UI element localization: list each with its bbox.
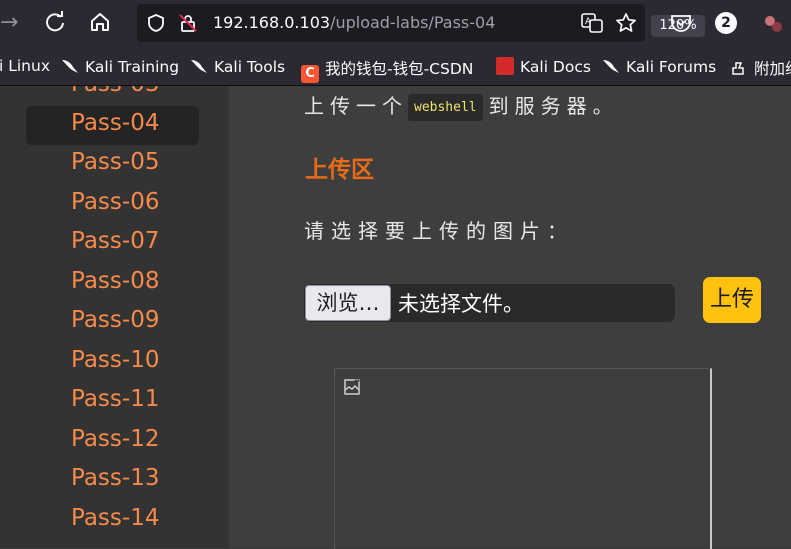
url-host: 192.168.0.103: [213, 13, 331, 32]
home-icon[interactable]: [89, 11, 111, 39]
sidebar-item-pass-07[interactable]: Pass-07: [71, 228, 159, 254]
translate-icon[interactable]: A: [581, 13, 603, 37]
file-input[interactable]: 浏览… 未选择文件。: [304, 284, 675, 322]
sidebar-item-pass-09[interactable]: Pass-09: [71, 307, 159, 333]
extensions-badge[interactable]: 2: [715, 12, 737, 34]
insecure-lock-icon[interactable]: [178, 13, 198, 37]
sidebar-item-pass-06[interactable]: Pass-06: [71, 189, 159, 215]
bookmark-label: i Linux: [0, 57, 50, 75]
kali-dragon-icon: [603, 60, 619, 73]
url-text[interactable]: 192.168.0.103/upload-labs/Pass-04: [213, 13, 503, 32]
bookmark-label: Kali Training: [85, 58, 180, 76]
bookmark-label: 附加组: [754, 60, 791, 78]
sidebar-item-pass-13[interactable]: Pass-13: [71, 465, 159, 491]
pocket-icon[interactable]: [670, 13, 692, 37]
browse-button[interactable]: 浏览…: [305, 285, 391, 321]
kali-dragon-icon: [62, 60, 78, 73]
browser-toolbar: → 192.168.0.103/upload-labs/Pass-04 120%…: [0, 0, 791, 48]
bookmark-kali-tools[interactable]: Kali Tools: [190, 57, 285, 76]
task-code: webshell: [408, 94, 483, 121]
bookmarks-bar: i Linux Kali Training Kali Tools C 我的钱包-钱…: [0, 48, 791, 86]
bookmark-kali-forums[interactable]: Kali Forums: [602, 57, 716, 76]
sidebar-item-pass-11[interactable]: Pass-11: [71, 386, 159, 412]
bookmark-csdn[interactable]: C 我的钱包-钱包-CSDN: [301, 57, 473, 83]
bookmark-star-icon[interactable]: [615, 12, 637, 38]
main-content: 上传一个 webshell 到服务器。 上传区 请选择要上传的图片： 浏览… 未选择…: [229, 86, 791, 549]
upload-section-title: 上传区: [305, 157, 374, 183]
bookmark-label: Kali Tools: [214, 58, 286, 76]
bookmark-label: Kali Forums: [626, 58, 717, 76]
upload-prompt: 请选择要上传的图片：: [304, 219, 574, 243]
sidebar-item-pass-04[interactable]: Pass-04: [71, 110, 159, 136]
bookmark-label: Kali Docs: [520, 58, 591, 76]
bookmark-kali-docs[interactable]: Kali Docs: [496, 57, 591, 76]
sidebar-item-pass-10[interactable]: Pass-10: [71, 347, 159, 373]
image-preview: [334, 368, 712, 549]
more-bookmarks-icon: [732, 62, 744, 75]
task-description: 上传一个 webshell 到服务器。: [304, 90, 619, 121]
csdn-icon: C: [301, 65, 319, 83]
bookmark-label: 我的钱包-钱包-CSDN: [325, 60, 474, 78]
bookmark-kali-linux[interactable]: i Linux: [0, 57, 50, 75]
url-bar[interactable]: 192.168.0.103/upload-labs/Pass-04 120% A: [137, 4, 705, 42]
forward-icon[interactable]: →: [0, 11, 18, 35]
extension-icon[interactable]: [762, 13, 784, 39]
sidebar-item-pass-08[interactable]: Pass-08: [71, 268, 159, 294]
kali-docs-icon: [496, 57, 514, 75]
no-file-label: 未选择文件。: [398, 292, 524, 316]
task-prefix: 上传一个: [304, 94, 408, 118]
sidebar-item-pass-05[interactable]: Pass-05: [71, 149, 159, 175]
upload-button[interactable]: 上传: [703, 277, 761, 323]
sidebar-item-pass-14[interactable]: Pass-14: [71, 505, 159, 531]
sidebar-item-pass-12[interactable]: Pass-12: [71, 426, 159, 452]
sidebar-nav: Pass-03 Pass-04 Pass-05 Pass-06 Pass-07 …: [0, 86, 229, 548]
sidebar-item-pass-03[interactable]: Pass-03: [71, 86, 159, 97]
bookmark-more[interactable]: 附加组: [730, 57, 791, 79]
kali-dragon-icon: [191, 60, 207, 73]
task-suffix: 到服务器。: [488, 94, 619, 118]
reload-icon[interactable]: [44, 11, 66, 39]
shield-icon[interactable]: [146, 13, 166, 37]
url-path: /upload-labs/Pass-04: [330, 13, 496, 32]
broken-image-icon: [344, 379, 360, 395]
bookmark-kali-training[interactable]: Kali Training: [61, 57, 179, 76]
